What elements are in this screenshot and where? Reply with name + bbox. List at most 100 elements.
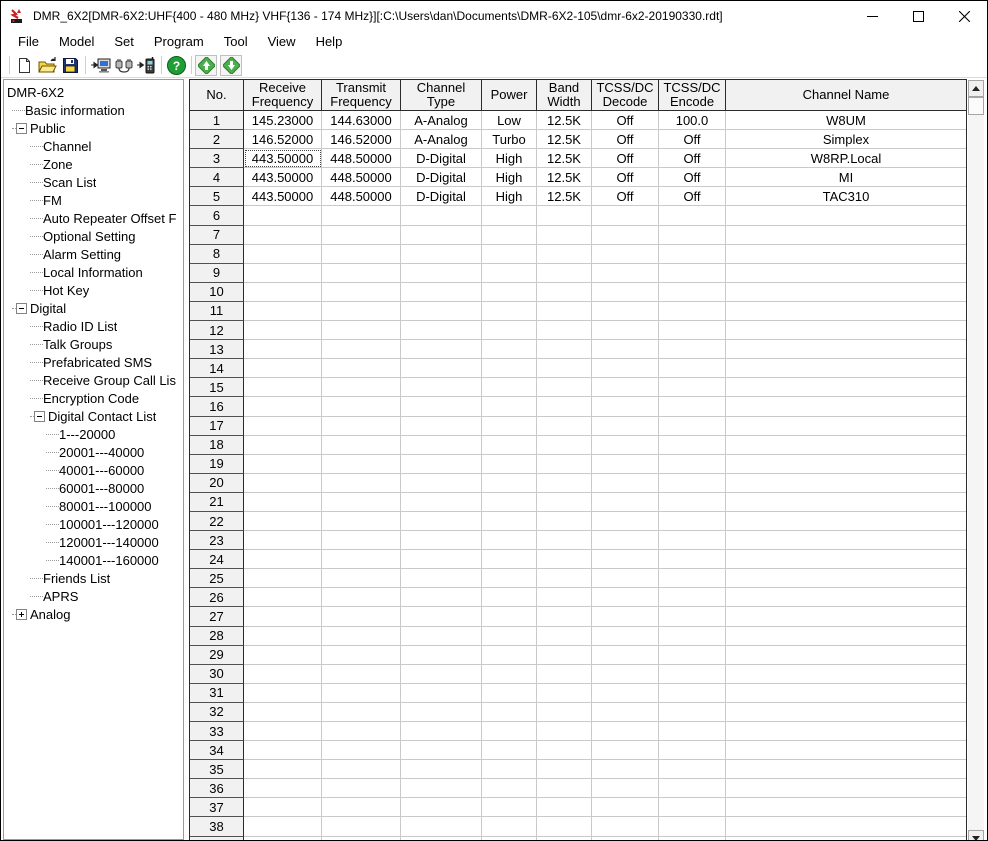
tree-item-encryption-code[interactable]: Encryption Code (4, 389, 183, 407)
grid-cell[interactable]: 12.5K (537, 130, 592, 149)
grid-cell[interactable] (401, 665, 482, 684)
grid-cell[interactable] (244, 417, 322, 436)
grid-cell[interactable] (482, 512, 537, 531)
grid-cell[interactable] (592, 607, 659, 626)
grid-cell[interactable]: Off (592, 168, 659, 187)
grid-cell[interactable] (401, 569, 482, 588)
title-bar[interactable]: DMR_6X2[DMR-6X2:UHF{400 - 480 MHz} VHF{1… (1, 1, 987, 31)
grid-cell[interactable] (537, 569, 592, 588)
grid-cell[interactable] (592, 378, 659, 397)
expand-icon[interactable] (16, 609, 27, 620)
grid-cell[interactable] (244, 493, 322, 512)
column-header-band-width[interactable]: Band Width (537, 80, 592, 111)
grid-cell[interactable] (592, 550, 659, 569)
grid-cell[interactable] (244, 665, 322, 684)
grid-cell[interactable] (401, 588, 482, 607)
row-header[interactable]: 15 (190, 378, 244, 397)
grid-cell[interactable] (322, 206, 401, 225)
grid-cell[interactable] (726, 665, 966, 684)
tree-item-digital-contact-list[interactable]: Digital Contact List (4, 407, 183, 425)
grid-cell[interactable] (659, 359, 726, 378)
grid-cell[interactable] (592, 417, 659, 436)
grid-cell[interactable] (537, 245, 592, 264)
row-header[interactable]: 33 (190, 722, 244, 741)
grid-cell[interactable] (482, 302, 537, 321)
grid-cell[interactable] (592, 569, 659, 588)
tree-item-receive-group-call-lis[interactable]: Receive Group Call Lis (4, 371, 183, 389)
grid-cell[interactable]: 145.23000 (244, 111, 322, 130)
grid-cell[interactable] (322, 417, 401, 436)
grid-cell[interactable] (401, 550, 482, 569)
grid-cell[interactable]: 12.5K (537, 187, 592, 206)
grid-cell[interactable] (659, 722, 726, 741)
grid-cell[interactable] (726, 722, 966, 741)
grid-cell[interactable] (322, 245, 401, 264)
tree-item-analog[interactable]: Analog (4, 605, 183, 623)
grid-cell[interactable] (482, 493, 537, 512)
grid-cell[interactable] (659, 206, 726, 225)
grid-cell[interactable] (244, 302, 322, 321)
grid-cell[interactable]: 448.50000 (322, 187, 401, 206)
help-button[interactable]: ? (165, 54, 188, 76)
grid-cell[interactable] (482, 817, 537, 836)
grid-cell[interactable] (537, 206, 592, 225)
grid-cell[interactable] (592, 474, 659, 493)
grid-cell[interactable] (537, 531, 592, 550)
grid-cell[interactable]: D-Digital (401, 168, 482, 187)
row-header[interactable]: 38 (190, 817, 244, 836)
grid-cell[interactable] (537, 665, 592, 684)
tree-item-optional-setting[interactable]: Optional Setting (4, 227, 183, 245)
grid-cell[interactable] (322, 684, 401, 703)
grid-cell[interactable] (537, 264, 592, 283)
row-header[interactable]: 19 (190, 455, 244, 474)
grid-cell[interactable] (244, 722, 322, 741)
grid-cell[interactable] (244, 283, 322, 302)
grid-cell[interactable] (537, 493, 592, 512)
row-header[interactable]: 34 (190, 741, 244, 760)
grid-cell[interactable] (726, 512, 966, 531)
row-header[interactable]: 37 (190, 798, 244, 817)
move-up-button[interactable] (195, 55, 217, 76)
grid-cell[interactable] (592, 684, 659, 703)
grid-cell[interactable] (244, 550, 322, 569)
grid-cell[interactable] (592, 627, 659, 646)
grid-cell[interactable] (244, 378, 322, 397)
grid-cell[interactable] (322, 455, 401, 474)
grid-cell[interactable] (482, 264, 537, 283)
grid-cell[interactable] (537, 283, 592, 302)
grid-cell[interactable] (401, 741, 482, 760)
grid-cell[interactable] (726, 302, 966, 321)
grid-cell[interactable] (322, 550, 401, 569)
grid-cell[interactable]: 144.63000 (322, 111, 401, 130)
grid-cell[interactable] (244, 321, 322, 340)
grid-cell[interactable] (401, 722, 482, 741)
grid-cell[interactable] (537, 397, 592, 416)
grid-cell[interactable] (322, 607, 401, 626)
maximize-button[interactable] (895, 1, 941, 31)
grid-cell[interactable] (592, 397, 659, 416)
grid-cell[interactable] (726, 283, 966, 302)
row-header[interactable]: 17 (190, 417, 244, 436)
grid-cell[interactable] (482, 283, 537, 302)
grid-cell[interactable] (322, 627, 401, 646)
grid-cell[interactable] (482, 588, 537, 607)
grid-cell[interactable] (537, 798, 592, 817)
grid-cell[interactable] (659, 417, 726, 436)
grid-cell[interactable] (244, 264, 322, 283)
grid-cell[interactable] (592, 703, 659, 722)
grid-cell[interactable] (244, 607, 322, 626)
grid-cell[interactable] (482, 627, 537, 646)
grid-cell[interactable] (322, 760, 401, 779)
row-header[interactable]: 5 (190, 187, 244, 206)
grid-cell[interactable] (659, 493, 726, 512)
grid-cell[interactable] (482, 684, 537, 703)
grid-cell[interactable] (244, 455, 322, 474)
row-header[interactable]: 12 (190, 321, 244, 340)
grid-cell[interactable] (592, 588, 659, 607)
grid-cell[interactable] (659, 245, 726, 264)
write-to-radio-button[interactable] (135, 54, 158, 76)
tree-item-auto-repeater-offset-f[interactable]: Auto Repeater Offset F (4, 209, 183, 227)
grid-cell[interactable]: 146.52000 (322, 130, 401, 149)
grid-cell[interactable] (592, 512, 659, 531)
tree-item-fm[interactable]: FM (4, 191, 183, 209)
